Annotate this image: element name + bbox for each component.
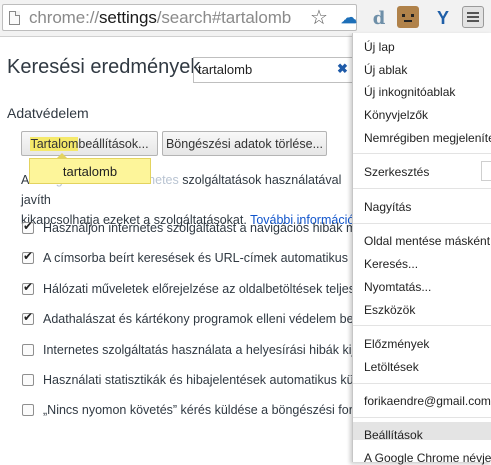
settings-search-input[interactable] — [198, 62, 333, 77]
clear-browsing-data-button[interactable]: Böngészési adatok törlése... — [162, 131, 327, 156]
menu-item-new-incognito[interactable]: Új inkognitóablak — [364, 85, 455, 99]
menu-item-downloads[interactable]: Letöltések — [364, 360, 419, 374]
menu-separator — [353, 153, 491, 154]
menu-item-new-window[interactable]: Új ablak — [364, 63, 407, 77]
hamburger-menu-icon[interactable] — [462, 6, 484, 28]
checkbox-row-autocomplete[interactable]: A címsorba beírt keresések és URL-címek … — [22, 249, 381, 267]
omnibox-url[interactable]: chrome://settings/search#tartalomb — [29, 8, 291, 28]
checkbox[interactable] — [22, 249, 34, 264]
search-match-bubble: tartalomb — [29, 153, 151, 184]
y-extension-icon[interactable]: Y — [432, 7, 454, 29]
menu-separator — [353, 417, 491, 418]
checkbox[interactable] — [22, 404, 34, 416]
checkbox[interactable] — [22, 219, 34, 234]
bookmark-star-icon[interactable]: ☆ — [310, 7, 328, 29]
checkbox-row-prediction[interactable]: Hálózati műveletek előrejelzése az oldal… — [22, 280, 372, 298]
checkbox-row-spelling[interactable]: Internetes szolgáltatás használata a hel… — [22, 341, 381, 359]
menu-item-settings[interactable]: Beállítások — [364, 428, 423, 442]
chrome-menu: Új lap Új ablak Új inkognitóablak Könyvj… — [352, 33, 491, 465]
menu-item-recent[interactable]: Nemrégiben megjelenített l — [364, 131, 491, 145]
menu-item-print[interactable]: Nyomtatás... — [364, 280, 431, 294]
search-highlight: Tartalom — [30, 136, 79, 151]
menu-separator — [353, 223, 491, 224]
menu-item-history[interactable]: Előzmények — [364, 337, 429, 351]
menu-item-account[interactable]: forikaendre@gmail.com né — [364, 394, 491, 408]
menu-item-tools[interactable]: Eszközök — [364, 303, 415, 317]
omnibox[interactable]: chrome://settings/search#tartalomb ☆ — [2, 4, 357, 31]
menu-item-bookmarks[interactable]: Könyvjelzők — [364, 108, 428, 122]
page-icon — [9, 11, 20, 25]
clear-search-icon[interactable]: ✖ — [337, 61, 348, 77]
browser-toolbar: chrome://settings/search#tartalomb ☆ ☁ d… — [0, 0, 491, 37]
content-settings-button[interactable]: Tartalom beállítások... — [21, 131, 158, 156]
cloud-extension-icon[interactable]: ☁ — [338, 7, 360, 29]
section-title-privacy: Adatvédelem — [7, 105, 89, 121]
menu-separator — [353, 383, 491, 384]
menu-item-about[interactable]: A Google Chrome névjegye — [364, 451, 491, 465]
menu-item-save-as[interactable]: Oldal mentése másként... — [364, 234, 491, 248]
checkbox[interactable] — [22, 374, 34, 386]
menu-item-zoom: Nagyítás — [364, 200, 412, 214]
edit-buttons[interactable] — [481, 161, 491, 181]
menu-separator — [353, 188, 491, 189]
checkbox-row-do-not-track[interactable]: „Nincs nyomon követés” kérés küldése a b… — [22, 401, 377, 419]
checkbox-row-phishing[interactable]: Adathalászat és kártékony programok elle… — [22, 310, 374, 328]
menu-item-new-tab[interactable]: Új lap — [364, 40, 395, 54]
menu-item-edit: Szerkesztés — [364, 165, 430, 179]
checkbox-row-nav-errors[interactable]: Használjon internetes szolgáltatást a na… — [22, 219, 380, 237]
face-extension-icon[interactable] — [397, 6, 419, 28]
menu-separator — [353, 325, 491, 326]
page-title: Keresési eredmények — [7, 56, 201, 78]
settings-search-field[interactable]: ✖ — [193, 57, 355, 83]
checkbox[interactable] — [22, 280, 34, 295]
checkbox-row-usage-stats[interactable]: Használati statisztikák és hibajelentése… — [22, 371, 377, 389]
d-extension-icon[interactable]: d — [368, 7, 390, 29]
checkbox[interactable] — [22, 310, 34, 325]
checkbox[interactable] — [22, 344, 34, 356]
menu-item-find[interactable]: Keresés... — [364, 257, 418, 271]
